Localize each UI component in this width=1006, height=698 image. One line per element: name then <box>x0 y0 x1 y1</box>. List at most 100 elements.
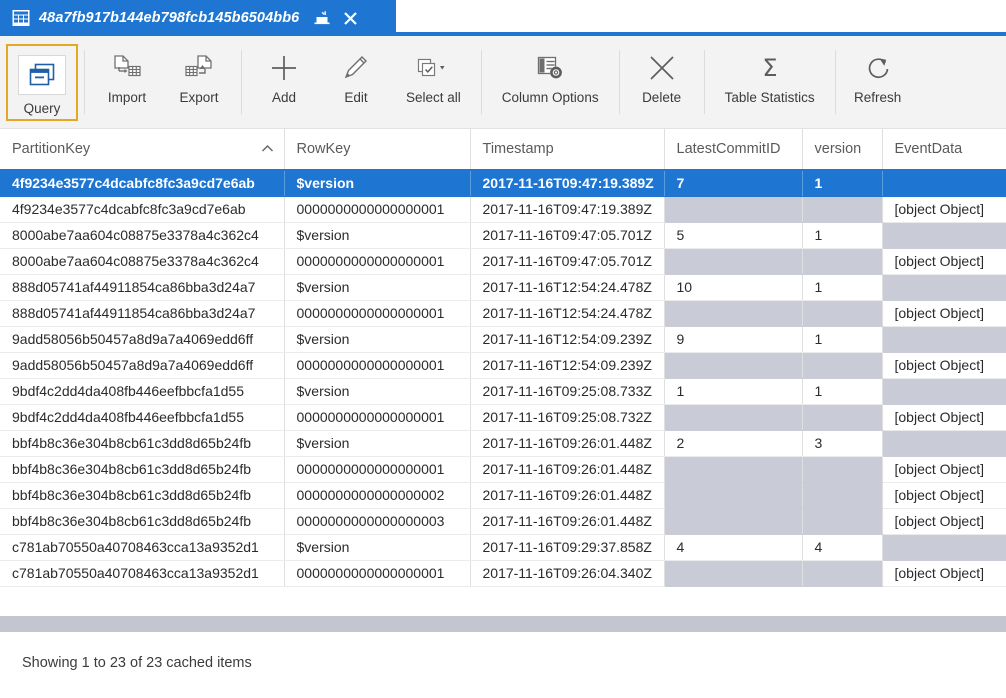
cell-partitionkey[interactable]: 9bdf4c2dd4da408fb446eefbbcfa1d55 <box>0 404 285 431</box>
cell-latestcommitid[interactable]: 1 <box>664 378 803 405</box>
cell-eventdata[interactable]: [object Object] <box>882 196 1006 223</box>
cell-rowkey[interactable]: 0000000000000000001 <box>284 560 471 587</box>
cell-eventdata[interactable]: [object Object] <box>882 456 1006 483</box>
cell-rowkey[interactable]: $version <box>284 378 471 405</box>
cell-version[interactable]: 1 <box>802 326 883 353</box>
cell-latestcommitid[interactable] <box>664 456 803 483</box>
cell-partitionkey[interactable]: 4f9234e3577c4dcabfc8fc3a9cd7e6ab <box>0 170 285 197</box>
cell-timestamp[interactable]: 2017-11-16T09:29:37.858Z <box>470 534 665 561</box>
table-row[interactable]: 4f9234e3577c4dcabfc8fc3a9cd7e6ab 00000000… <box>0 196 1006 223</box>
cell-latestcommitid[interactable] <box>664 482 803 509</box>
cell-rowkey[interactable]: $version <box>284 170 471 197</box>
cell-partitionkey[interactable]: bbf4b8c36e304b8cb61c3dd8d65b24fb <box>0 430 285 457</box>
cell-timestamp[interactable]: 2017-11-16T09:25:08.733Z <box>470 378 665 405</box>
table-row[interactable]: 8000abe7aa604c08875e3378a4c362c4 $version… <box>0 222 1006 249</box>
delete-button[interactable]: Delete <box>626 36 698 128</box>
column-header-version[interactable]: version <box>802 129 883 171</box>
cell-version[interactable]: 3 <box>802 430 883 457</box>
cell-partitionkey[interactable]: c781ab70550a40708463cca13a9352d1 <box>0 560 285 587</box>
cell-version[interactable]: 4 <box>802 534 883 561</box>
cell-rowkey[interactable]: 0000000000000000002 <box>284 482 471 509</box>
cell-rowkey[interactable]: $version <box>284 274 471 301</box>
close-icon[interactable] <box>341 9 359 27</box>
cell-latestcommitid[interactable]: 4 <box>664 534 803 561</box>
cell-eventdata[interactable] <box>882 170 1006 197</box>
cell-eventdata[interactable] <box>882 222 1006 249</box>
query-button[interactable]: Query <box>6 44 78 121</box>
table-row[interactable]: bbf4b8c36e304b8cb61c3dd8d65b24fb $version… <box>0 430 1006 457</box>
table-row[interactable]: 9bdf4c2dd4da408fb446eefbbcfa1d55 00000000… <box>0 404 1006 431</box>
cell-latestcommitid[interactable]: 7 <box>664 170 803 197</box>
export-button[interactable]: Export <box>163 36 235 128</box>
import-button[interactable]: Import <box>91 36 163 128</box>
cell-eventdata[interactable]: [object Object] <box>882 508 1006 535</box>
cell-partitionkey[interactable]: 8000abe7aa604c08875e3378a4c362c4 <box>0 248 285 275</box>
table-row[interactable]: bbf4b8c36e304b8cb61c3dd8d65b24fb 00000000… <box>0 482 1006 509</box>
cell-timestamp[interactable]: 2017-11-16T09:26:01.448Z <box>470 456 665 483</box>
cell-version[interactable] <box>802 482 883 509</box>
cell-partitionkey[interactable]: bbf4b8c36e304b8cb61c3dd8d65b24fb <box>0 482 285 509</box>
cell-version[interactable] <box>802 300 883 327</box>
cell-timestamp[interactable]: 2017-11-16T12:54:09.239Z <box>470 352 665 379</box>
table-row[interactable]: bbf4b8c36e304b8cb61c3dd8d65b24fb 00000000… <box>0 456 1006 483</box>
cell-timestamp[interactable]: 2017-11-16T09:26:01.448Z <box>470 482 665 509</box>
cell-eventdata[interactable] <box>882 534 1006 561</box>
cell-timestamp[interactable]: 2017-11-16T09:47:19.389Z <box>470 196 665 223</box>
cell-timestamp[interactable]: 2017-11-16T12:54:24.478Z <box>470 300 665 327</box>
select-all-button[interactable]: Select all <box>392 36 475 128</box>
cell-eventdata[interactable]: [object Object] <box>882 352 1006 379</box>
cell-rowkey[interactable]: $version <box>284 534 471 561</box>
cell-latestcommitid[interactable]: 9 <box>664 326 803 353</box>
cell-partitionkey[interactable]: 888d05741af44911854ca86bba3d24a7 <box>0 300 285 327</box>
cell-rowkey[interactable]: 0000000000000000003 <box>284 508 471 535</box>
cell-latestcommitid[interactable] <box>664 300 803 327</box>
refresh-button[interactable]: Refresh <box>842 36 914 128</box>
cell-eventdata[interactable] <box>882 430 1006 457</box>
table-row[interactable]: c781ab70550a40708463cca13a9352d1 $version… <box>0 534 1006 561</box>
add-button[interactable]: Add <box>248 36 320 128</box>
cell-partitionkey[interactable]: 9add58056b50457a8d9a7a4069edd6ff <box>0 352 285 379</box>
cell-version[interactable] <box>802 404 883 431</box>
table-row[interactable]: 8000abe7aa604c08875e3378a4c362c4 00000000… <box>0 248 1006 275</box>
cell-eventdata[interactable] <box>882 326 1006 353</box>
cell-eventdata[interactable]: [object Object] <box>882 404 1006 431</box>
table-row[interactable]: 4f9234e3577c4dcabfc8fc3a9cd7e6ab $version… <box>0 170 1006 197</box>
cell-latestcommitid[interactable]: 5 <box>664 222 803 249</box>
cell-partitionkey[interactable]: 9bdf4c2dd4da408fb446eefbbcfa1d55 <box>0 378 285 405</box>
cell-version[interactable]: 1 <box>802 378 883 405</box>
table-row[interactable]: 888d05741af44911854ca86bba3d24a7 $version… <box>0 274 1006 301</box>
cell-eventdata[interactable]: [object Object] <box>882 248 1006 275</box>
cell-version[interactable]: 1 <box>802 170 883 197</box>
detach-window-icon[interactable] <box>313 9 331 27</box>
cell-partitionkey[interactable]: bbf4b8c36e304b8cb61c3dd8d65b24fb <box>0 456 285 483</box>
cell-eventdata[interactable] <box>882 378 1006 405</box>
cell-rowkey[interactable]: $version <box>284 326 471 353</box>
table-row[interactable]: 9add58056b50457a8d9a7a4069edd6ff $version… <box>0 326 1006 353</box>
cell-eventdata[interactable]: [object Object] <box>882 300 1006 327</box>
cell-timestamp[interactable]: 2017-11-16T12:54:09.239Z <box>470 326 665 353</box>
column-header-rowkey[interactable]: RowKey <box>284 129 471 171</box>
cell-rowkey[interactable]: $version <box>284 430 471 457</box>
cell-rowkey[interactable]: 0000000000000000001 <box>284 248 471 275</box>
cell-partitionkey[interactable]: 888d05741af44911854ca86bba3d24a7 <box>0 274 285 301</box>
cell-partitionkey[interactable]: 4f9234e3577c4dcabfc8fc3a9cd7e6ab <box>0 196 285 223</box>
cell-version[interactable] <box>802 560 883 587</box>
table-row[interactable]: bbf4b8c36e304b8cb61c3dd8d65b24fb 00000000… <box>0 508 1006 535</box>
edit-button[interactable]: Edit <box>320 36 392 128</box>
cell-latestcommitid[interactable]: 2 <box>664 430 803 457</box>
cell-latestcommitid[interactable] <box>664 404 803 431</box>
cell-timestamp[interactable]: 2017-11-16T09:26:04.340Z <box>470 560 665 587</box>
column-header-partitionkey[interactable]: PartitionKey <box>0 129 285 171</box>
cell-timestamp[interactable]: 2017-11-16T12:54:24.478Z <box>470 274 665 301</box>
cell-rowkey[interactable]: 0000000000000000001 <box>284 456 471 483</box>
table-statistics-button[interactable]: Σ Table Statistics <box>711 36 829 128</box>
cell-version[interactable] <box>802 248 883 275</box>
column-header-eventdata[interactable]: EventData <box>882 129 1006 171</box>
cell-latestcommitid[interactable] <box>664 508 803 535</box>
cell-rowkey[interactable]: 0000000000000000001 <box>284 300 471 327</box>
cell-version[interactable] <box>802 352 883 379</box>
cell-eventdata[interactable]: [object Object] <box>882 560 1006 587</box>
cell-timestamp[interactable]: 2017-11-16T09:47:05.701Z <box>470 222 665 249</box>
cell-eventdata[interactable]: [object Object] <box>882 482 1006 509</box>
cell-partitionkey[interactable]: 9add58056b50457a8d9a7a4069edd6ff <box>0 326 285 353</box>
